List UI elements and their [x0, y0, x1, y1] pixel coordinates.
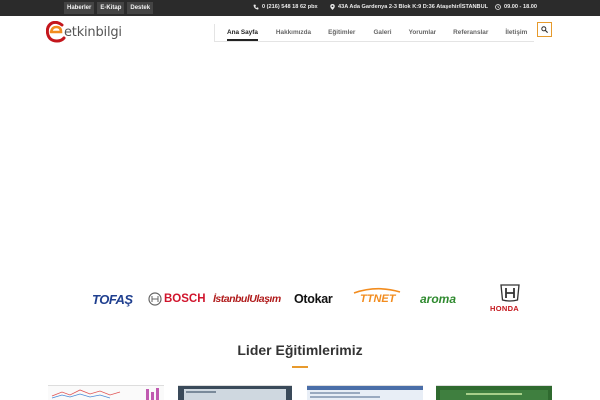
clock-icon: [495, 4, 501, 10]
course-card-1[interactable]: [48, 385, 164, 400]
address-info: 43A Ada Gardenya 2-3 Blok K:9 D:36 Ataşe…: [330, 3, 488, 11]
brand-logos: TOFAŞ BOSCH İstanbulUlaşım Otokar TTNET …: [0, 281, 600, 315]
bosch-wordmark: BOSCH: [164, 293, 206, 305]
ttnet-wordmark: TTNET: [360, 293, 396, 305]
top-bar: Haberler E-Kitap Destek 0 (216) 548 18 6…: [0, 0, 600, 16]
course-card-3[interactable]: [307, 385, 423, 400]
course-thumbnail-screen-image: [184, 389, 286, 400]
main-nav: Ana Sayfa Hakkımızda Eğitimler Galeri Yo…: [214, 24, 534, 42]
search-icon: [541, 26, 548, 33]
top-link-e-kitap[interactable]: E-Kitap: [97, 2, 125, 14]
nav-ana-sayfa[interactable]: Ana Sayfa: [227, 24, 258, 41]
brand-tofas: TOFAŞ: [92, 292, 133, 307]
brand-aroma: aroma: [420, 292, 457, 306]
bosch-armature-icon: [148, 292, 162, 306]
phone-info: 0 (216) 548 18 62 pbx: [253, 3, 318, 11]
nav-yorumlar[interactable]: Yorumlar: [409, 24, 437, 41]
course-card-4[interactable]: [436, 385, 552, 400]
logo-text: etkinbilgi: [64, 24, 122, 40]
phone-number: 0 (216) 548 18 62 pbx: [262, 4, 318, 10]
site-header: etkinbilgi Ana Sayfa Hakkımızda Eğitimle…: [0, 16, 600, 48]
honda-h-mark-icon: [500, 284, 520, 302]
course-card-2[interactable]: [178, 385, 292, 400]
phone-icon: [253, 4, 259, 10]
address-text: 43A Ada Gardenya 2-3 Blok K:9 D:36 Ataşe…: [338, 4, 489, 10]
site-logo[interactable]: etkinbilgi: [46, 21, 122, 43]
search-button[interactable]: [537, 22, 552, 37]
nav-galeri[interactable]: Galeri: [373, 24, 391, 41]
honda-wordmark: HONDA: [490, 304, 519, 313]
top-links: Haberler E-Kitap Destek: [64, 2, 154, 14]
top-link-destek[interactable]: Destek: [127, 2, 154, 14]
brand-otokar: Otokar: [294, 292, 333, 306]
nav-egitimler[interactable]: Eğitimler: [328, 24, 355, 41]
logo-e-mark-icon: [46, 21, 66, 43]
course-thumbnail-green-image: [440, 390, 548, 400]
section-title: Lider Eğitimlerimiz: [237, 342, 363, 358]
top-link-haberler[interactable]: Haberler: [64, 2, 95, 14]
course-thumbnail-chart-image: [51, 388, 159, 400]
brand-istanbul-ulasim: İstanbulUlaşım: [213, 293, 281, 305]
brand-ttnet: TTNET: [352, 287, 402, 309]
nav-referanslar[interactable]: Referanslar: [453, 24, 488, 41]
location-pin-icon: [330, 4, 335, 10]
nav-iletisim[interactable]: İletişim: [505, 24, 527, 41]
course-thumbnail-dashboard-image: [307, 386, 423, 398]
hours-text: 09.00 - 18.00: [504, 4, 537, 10]
title-underline: [292, 366, 308, 368]
hours-info: 09.00 - 18.00: [495, 3, 537, 11]
brand-bosch: BOSCH: [148, 292, 206, 306]
nav-hakkimizda[interactable]: Hakkımızda: [276, 24, 311, 41]
brand-honda: HONDA: [488, 284, 532, 314]
